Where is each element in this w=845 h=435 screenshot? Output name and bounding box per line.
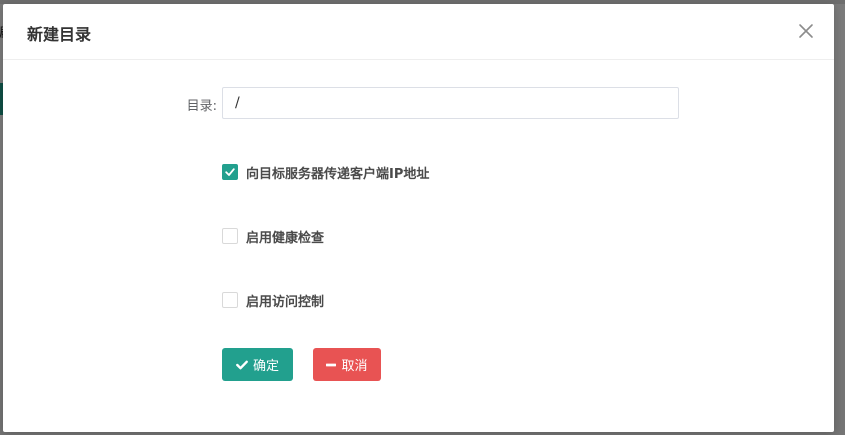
confirm-button-label: 确定 xyxy=(252,359,279,374)
close-icon[interactable] xyxy=(798,23,814,39)
check-icon xyxy=(225,168,235,176)
option-access-control[interactable]: 启用访问控制 xyxy=(222,291,325,310)
confirm-button[interactable]: 确定 xyxy=(222,348,293,381)
pass-client-ip-checkbox[interactable] xyxy=(222,164,238,180)
option-pass-client-ip[interactable]: 向目标服务器传递客户端IP地址 xyxy=(222,163,430,182)
check-icon xyxy=(236,360,248,370)
minus-icon xyxy=(326,360,337,370)
option-health-check[interactable]: 启用健康检查 xyxy=(222,227,325,246)
cancel-button-label: 取消 xyxy=(341,359,368,374)
new-directory-dialog: 新建目录 目录: 向目标服务器传递客户端IP地址 启用健康检查 启用访问控制 xyxy=(3,4,834,432)
directory-form-row: 目录: xyxy=(3,87,834,119)
dialog-header: 新建目录 xyxy=(3,4,834,60)
health-check-label: 启用健康检查 xyxy=(246,230,325,246)
access-control-label: 启用访问控制 xyxy=(246,294,325,310)
health-check-checkbox[interactable] xyxy=(222,228,238,244)
directory-label: 目录: xyxy=(186,99,217,114)
pass-client-ip-label: 向目标服务器传递客户端IP地址 xyxy=(246,166,430,182)
directory-input[interactable] xyxy=(222,87,679,119)
cancel-button[interactable]: 取消 xyxy=(313,348,381,381)
dialog-title: 新建目录 xyxy=(27,25,92,44)
access-control-checkbox[interactable] xyxy=(222,292,238,308)
